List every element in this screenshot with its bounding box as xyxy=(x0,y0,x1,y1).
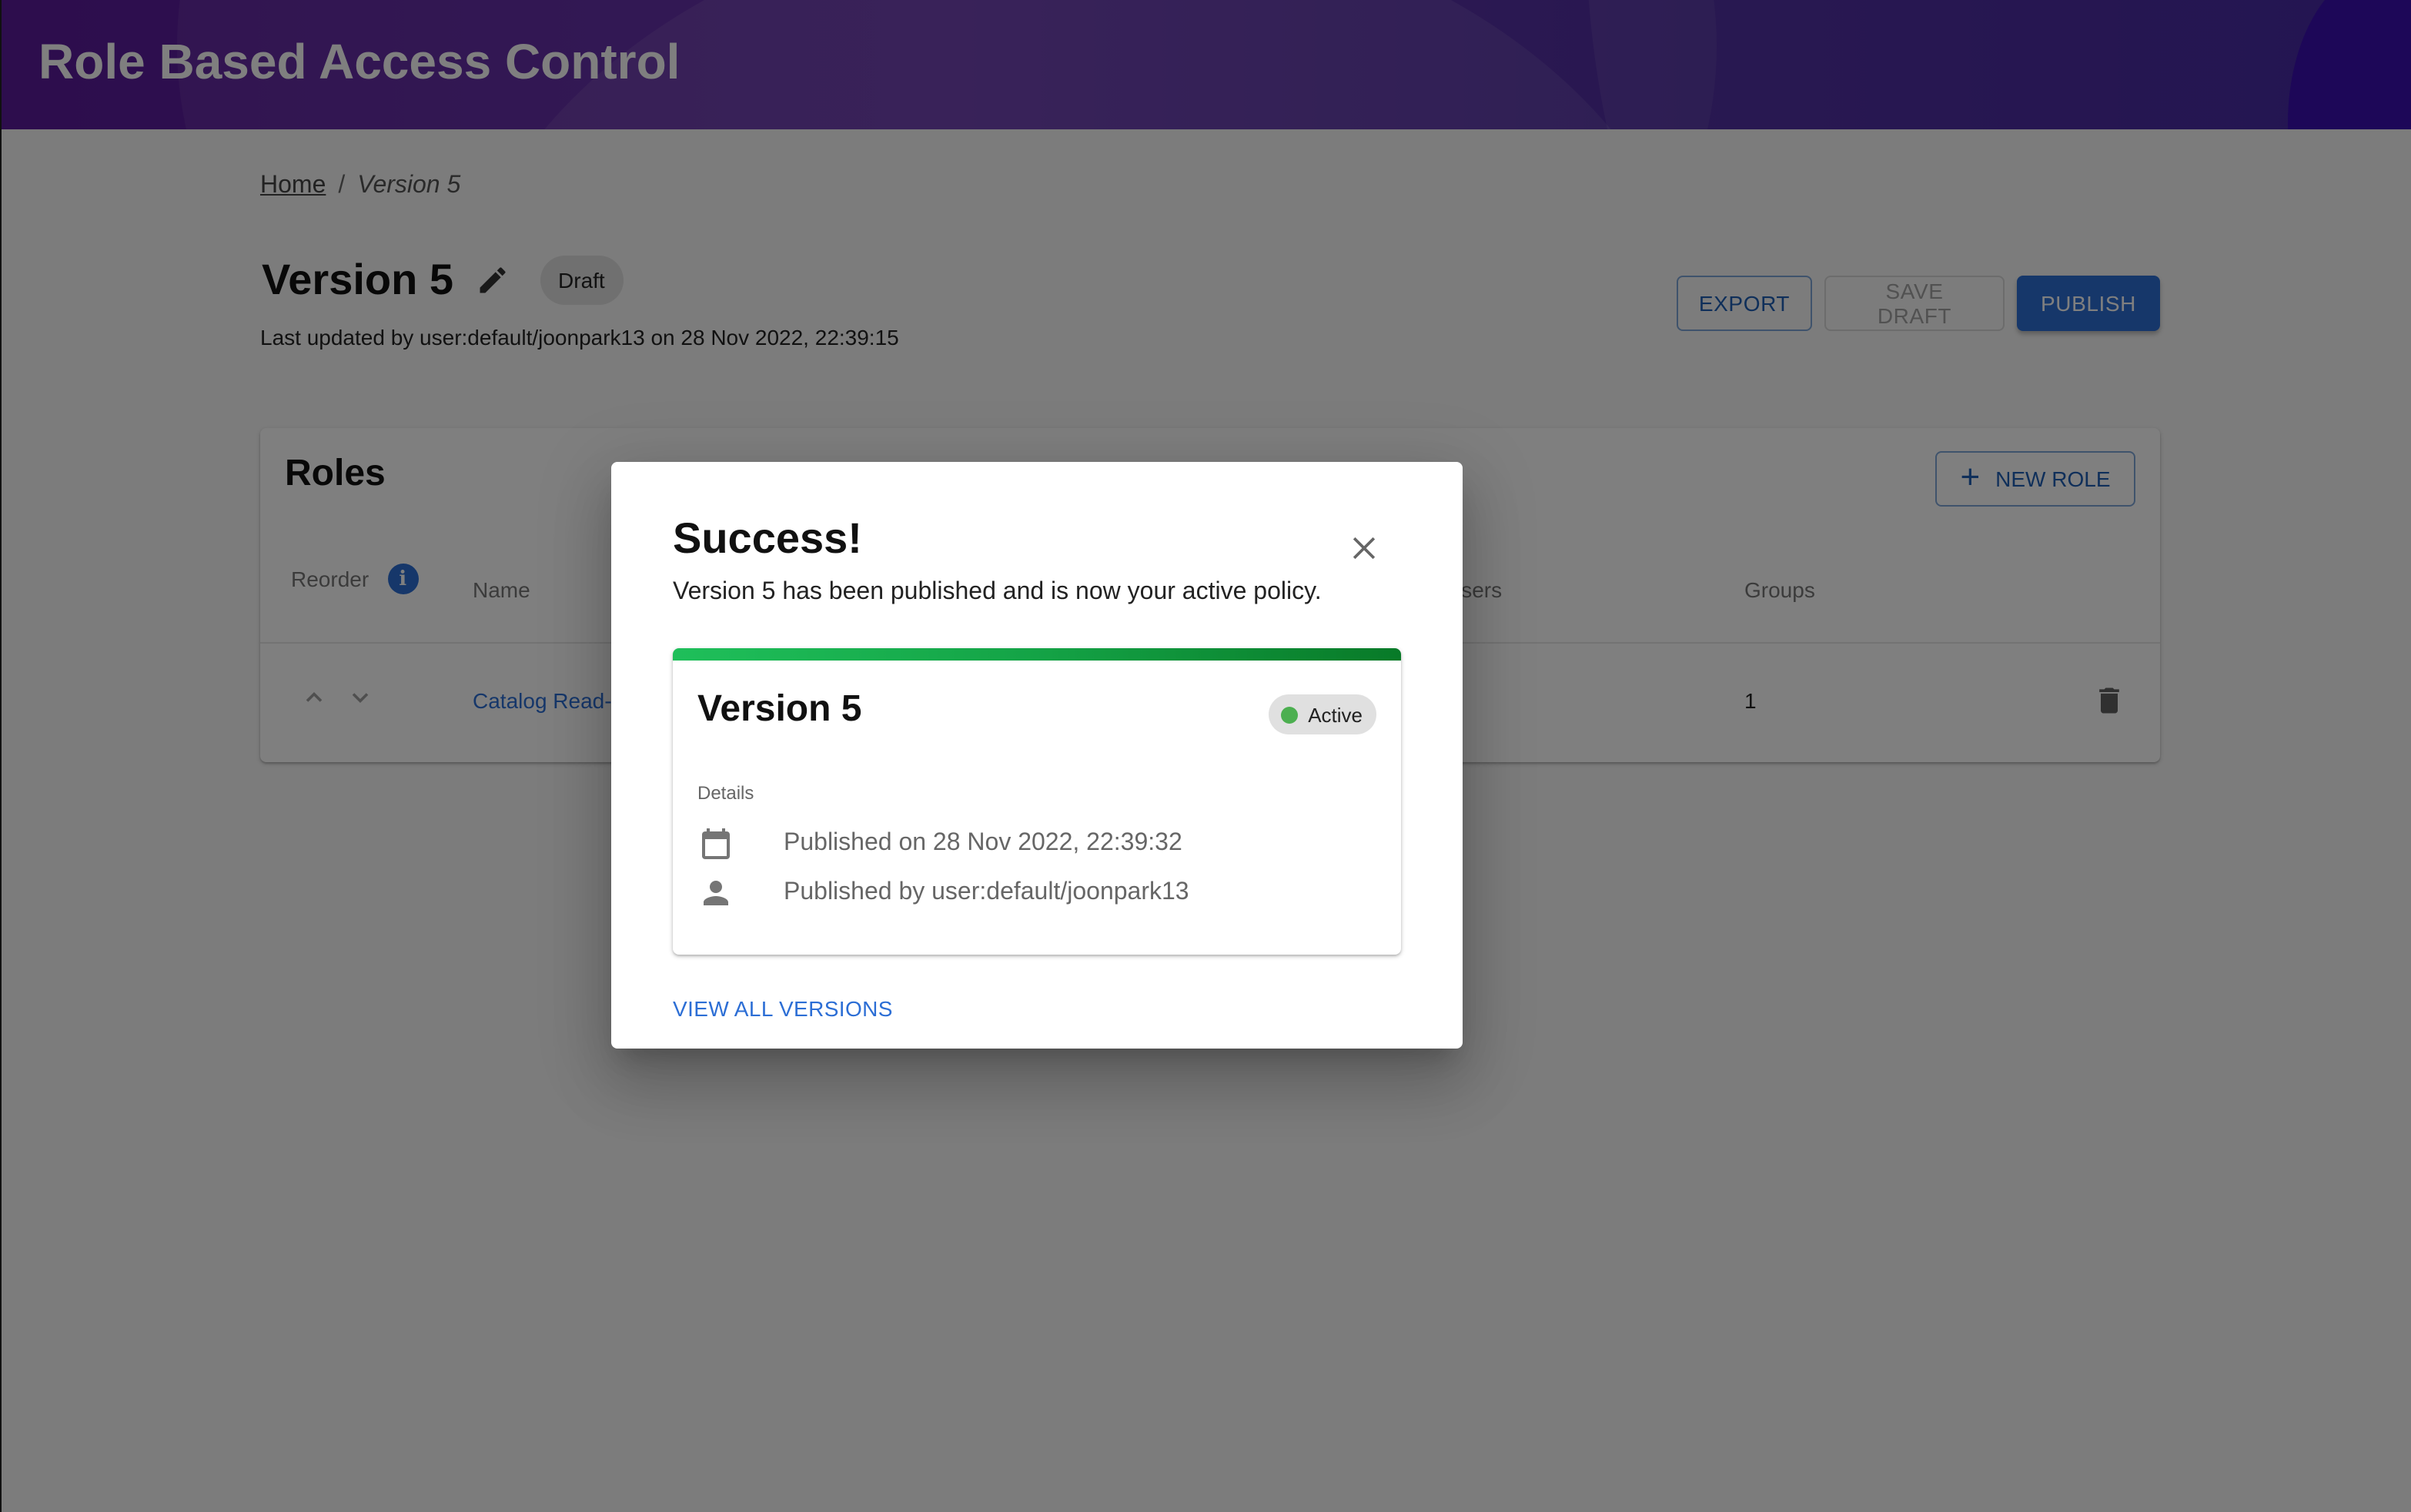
success-bar xyxy=(673,648,1401,661)
person-icon xyxy=(697,875,734,912)
active-status-badge: Active xyxy=(1268,694,1376,734)
app-root: Role Based Access Control Home/Version 5… xyxy=(0,0,2411,1512)
close-icon[interactable] xyxy=(1347,531,1381,565)
window-edge xyxy=(0,0,2,1512)
status-label: Active xyxy=(1308,703,1363,726)
dialog-message: Version 5 has been published and is now … xyxy=(673,579,1322,605)
published-date-text: Published on 28 Nov 2022, 22:39:32 xyxy=(784,830,1182,856)
version-card: Version 5 Active Details Published on 28… xyxy=(673,648,1401,955)
version-card-title: Version 5 xyxy=(697,688,862,730)
view-all-versions-link[interactable]: VIEW ALL VERSIONS xyxy=(673,996,893,1021)
calendar-icon xyxy=(697,825,734,862)
published-by-text: Published by user:default/joonpark13 xyxy=(784,879,1189,905)
details-label: Details xyxy=(697,782,754,804)
dialog-title: Success! xyxy=(673,514,862,562)
published-by-row: Published by user:default/joonpark13 xyxy=(697,875,1189,912)
status-dot-icon xyxy=(1280,706,1298,723)
published-date-row: Published on 28 Nov 2022, 22:39:32 xyxy=(697,825,1182,862)
success-dialog: Success! Version 5 has been published an… xyxy=(611,462,1463,1049)
